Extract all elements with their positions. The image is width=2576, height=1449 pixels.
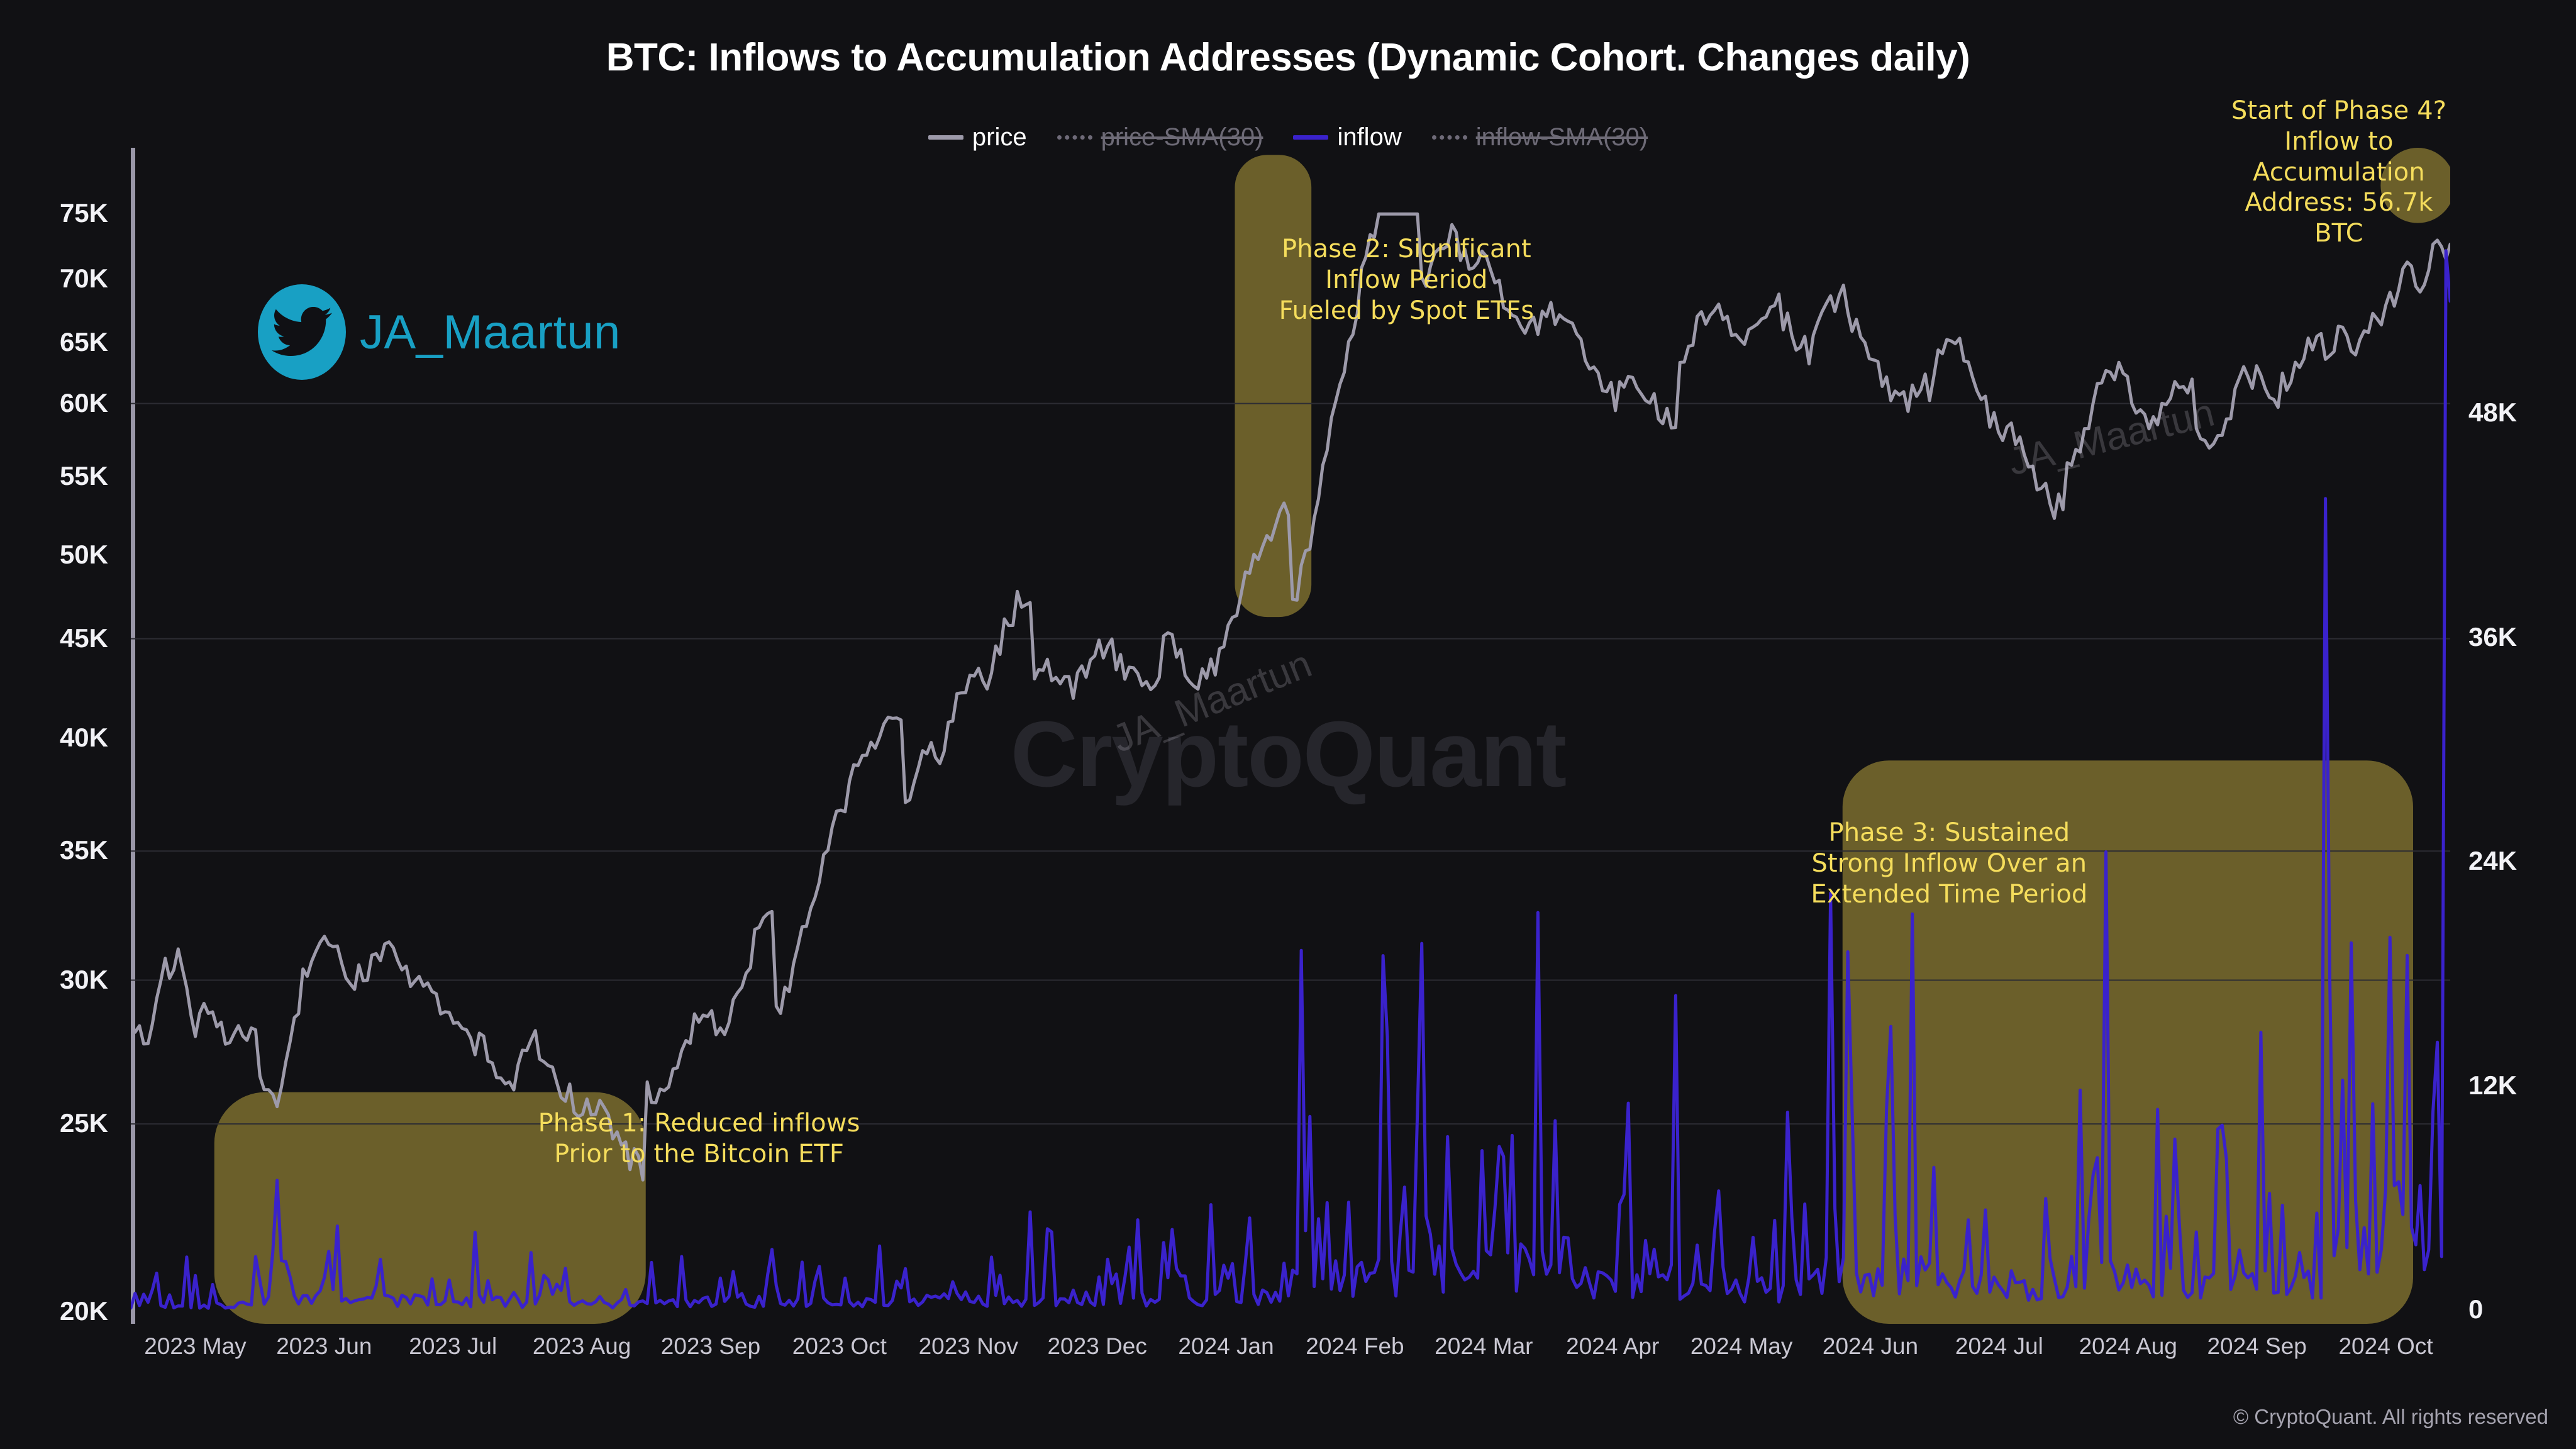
annotation-phase-3: Phase 3: Sustained Strong Inflow Over an… (1811, 818, 2088, 909)
x-axis-tick: 2023 Nov (918, 1333, 1018, 1359)
x-axis-tick: 2024 Mar (1435, 1333, 1533, 1359)
y-axis-left-tick: 75K (59, 198, 108, 228)
x-axis-labels: 2023 May 2023 Jun 2023 Jul 2023 Aug 2023 Sep… (131, 1333, 2450, 1371)
phase-2-band (1235, 155, 1312, 618)
y-axis-left-tick: 30K (59, 964, 108, 994)
y-axis-left-tick: 45K (59, 623, 108, 653)
x-axis-tick: 2024 Jun (1822, 1333, 1919, 1359)
annotation-phase-2: Phase 2: Significant Inflow Period Fuele… (1279, 235, 1535, 325)
x-axis-tick: 2024 Jan (1178, 1333, 1274, 1359)
y-axis-left-tick: 40K (59, 723, 108, 753)
legend-swatch-price-sma (1057, 135, 1092, 140)
x-axis-tick: 2023 May (144, 1333, 247, 1359)
y-axis-left-tick: 70K (59, 264, 108, 294)
y-axis-right-tick: 0 (2468, 1294, 2484, 1324)
y-axis-left-tick: 25K (59, 1108, 108, 1138)
x-axis-tick: 2023 Jul (409, 1333, 497, 1359)
legend-swatch-price (928, 135, 963, 140)
y-axis-left-tick: 50K (59, 540, 108, 570)
legend-swatch-inflow (1293, 135, 1329, 140)
y-axis-right-tick: 36K (2468, 621, 2518, 652)
y-axis-right-tick: 48K (2468, 397, 2518, 428)
page-title: BTC: Inflows to Accumulation Addresses (… (606, 36, 1970, 79)
x-axis-tick: 2024 Aug (2079, 1333, 2177, 1359)
x-axis-tick: 2024 Sep (2207, 1333, 2307, 1359)
x-axis-tick: 2024 Apr (1566, 1333, 1660, 1359)
y-axis-left-tick: 65K (59, 327, 108, 357)
annotation-phase-1: Phase 1: Reduced inflows Prior to the Bi… (538, 1109, 860, 1169)
legend-swatch-inflow-sma (1431, 135, 1467, 140)
y-axis-left-tick: 35K (59, 835, 108, 865)
twitter-handle-label: JA_Maartun (360, 305, 621, 359)
x-axis-tick: 2023 Jun (276, 1333, 372, 1359)
y-axis-right-tick: 12K (2468, 1070, 2518, 1100)
footer-credit: © CryptoQuant. All rights reserved (2233, 1405, 2548, 1428)
y-axis-right-tick: 24K (2468, 846, 2518, 876)
chart-canvas: BTC: Inflows to Accumulation Addresses (… (0, 0, 2576, 1449)
y-axis-left-tick: 55K (59, 461, 108, 491)
x-axis-tick: 2024 May (1690, 1333, 1793, 1359)
twitter-bird-icon (258, 284, 346, 380)
x-axis-tick: 2023 Aug (532, 1333, 631, 1359)
x-axis-tick: 2024 Feb (1306, 1333, 1404, 1359)
annotation-phase-4: Start of Phase 4? Inflow to Accumulation… (2231, 96, 2447, 248)
twitter-badge[interactable]: JA_Maartun (258, 284, 621, 380)
x-axis-tick: 2024 Jul (1955, 1333, 2043, 1359)
x-axis-tick: 2023 Oct (792, 1333, 887, 1359)
y-axis-left-tick: 60K (59, 387, 108, 418)
x-axis-tick: 2024 Oct (2338, 1333, 2433, 1359)
x-axis-tick: 2023 Dec (1047, 1333, 1147, 1359)
x-axis-tick: 2023 Sep (660, 1333, 761, 1359)
y-axis-left-tick: 20K (59, 1296, 108, 1326)
